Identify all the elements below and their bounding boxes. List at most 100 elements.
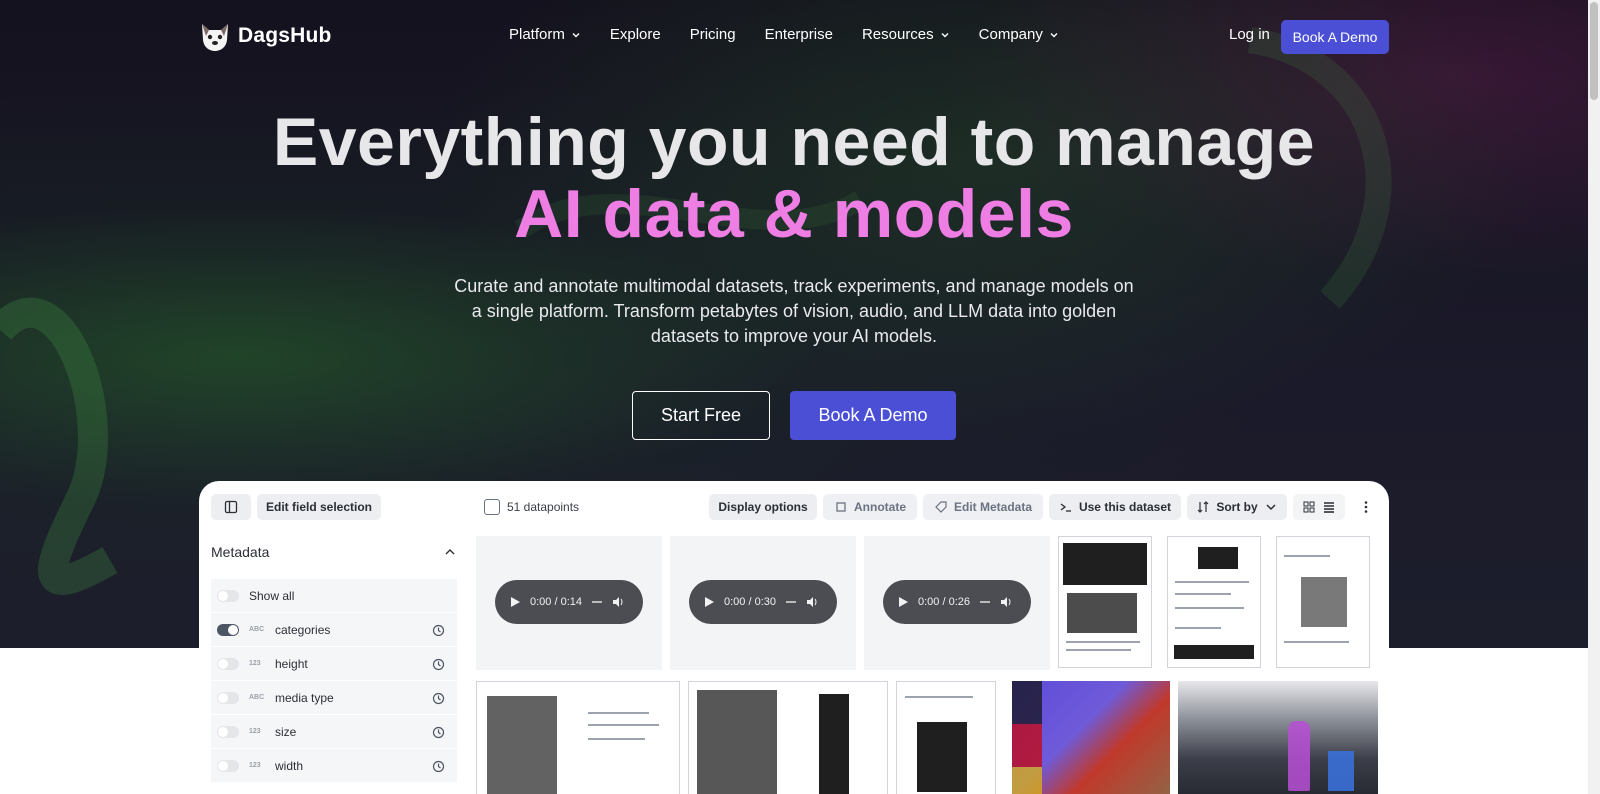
edit-field-selection-button[interactable]: Edit field selection (257, 494, 381, 520)
annotate-label: Annotate (854, 500, 906, 514)
audio-datapoint-tile[interactable]: 0:00 / 0:30 (670, 536, 856, 670)
tag-icon (935, 501, 947, 513)
height-toggle[interactable] (217, 657, 239, 670)
metadata-row-label: media type (275, 690, 334, 705)
document-thumbnail[interactable] (1276, 536, 1370, 668)
volume-icon[interactable] (1000, 596, 1012, 608)
toggle-sidebar-button[interactable] (211, 494, 251, 520)
login-link[interactable]: Log in (1229, 26, 1270, 43)
chevron-up-icon[interactable] (444, 546, 456, 558)
audio-datapoint-tile[interactable]: 0:00 / 0:14 (476, 536, 662, 670)
annotate-button[interactable]: Annotate (823, 494, 917, 520)
metadata-row-label: width (275, 758, 304, 773)
metadata-row-categories[interactable]: ABC categories (211, 613, 457, 647)
audio-player[interactable]: 0:00 / 0:14 (495, 580, 643, 624)
start-free-button[interactable]: Start Free (632, 391, 770, 440)
history-icon[interactable] (432, 726, 445, 739)
document-thumbnail[interactable] (1167, 536, 1261, 668)
type-tag: ABC (249, 626, 265, 633)
main-menu: Platform Explore Pricing Enterprise Reso… (509, 26, 1088, 43)
hero-subtitle: Curate and annotate multimodal datasets,… (454, 276, 1134, 346)
chevron-down-icon (572, 32, 580, 37)
width-toggle[interactable] (217, 759, 239, 772)
nav-platform[interactable]: Platform (509, 26, 581, 43)
sort-by-button[interactable]: Sort by (1187, 494, 1287, 520)
nav-explore-label: Explore (609, 26, 661, 43)
metadata-row-label: height (275, 656, 308, 671)
metadata-section-title: Metadata (211, 544, 270, 560)
select-all-checkbox[interactable] (484, 499, 500, 515)
history-icon[interactable] (432, 658, 445, 671)
document-thumbnail[interactable] (688, 681, 888, 794)
use-dataset-button[interactable]: Use this dataset (1049, 494, 1181, 520)
edit-metadata-button[interactable]: Edit Metadata (923, 494, 1043, 520)
history-icon[interactable] (432, 760, 445, 773)
audio-time: 0:00 / 0:14 (530, 596, 582, 608)
more-options-icon[interactable] (1359, 500, 1373, 514)
metadata-row-media-type[interactable]: ABC media type (211, 681, 457, 715)
page-scrollbar[interactable] (1588, 0, 1600, 794)
chevron-down-icon (941, 32, 949, 37)
audio-time: 0:00 / 0:30 (724, 596, 776, 608)
segmented-photo-thumbnail[interactable] (1012, 681, 1170, 794)
nav-enterprise-label: Enterprise (764, 26, 833, 43)
edit-metadata-label: Edit Metadata (953, 500, 1032, 514)
annotate-icon (836, 502, 846, 512)
play-icon[interactable] (705, 597, 714, 607)
document-thumbnail[interactable] (476, 681, 680, 794)
audio-player[interactable]: 0:00 / 0:26 (883, 580, 1031, 624)
street-scene-thumbnail[interactable] (1178, 681, 1378, 794)
hero-title-line2: AI data & models (514, 176, 1074, 252)
audio-progress[interactable] (786, 601, 796, 603)
history-icon[interactable] (432, 692, 445, 705)
audio-datapoint-tile[interactable]: 0:00 / 0:26 (864, 536, 1050, 670)
volume-icon[interactable] (806, 596, 818, 608)
brand-name: DagsHub (238, 24, 332, 47)
chevron-down-icon (1050, 32, 1058, 37)
metadata-row-height[interactable]: 123 height (211, 647, 457, 681)
nav-enterprise[interactable]: Enterprise (765, 26, 833, 43)
type-tag: 123 (249, 762, 261, 769)
categories-toggle[interactable] (217, 623, 239, 636)
document-thumbnail[interactable] (1058, 536, 1152, 668)
volume-icon[interactable] (612, 596, 624, 608)
nav-pricing[interactable]: Pricing (690, 26, 736, 43)
size-toggle[interactable] (217, 725, 239, 738)
display-options-button[interactable]: Display options (709, 494, 817, 520)
media-type-toggle[interactable] (217, 691, 239, 704)
terminal-icon (1060, 503, 1071, 512)
nav-resources-label: Resources (861, 26, 934, 43)
list-view-icon[interactable] (1322, 500, 1336, 514)
app-preview-panel: Edit field selection 51 datapoints Displ… (199, 481, 1389, 794)
sort-by-label: Sort by (1216, 500, 1258, 514)
nav-company[interactable]: Company (979, 26, 1059, 43)
metadata-row-label: size (275, 724, 297, 739)
nav-pricing-label: Pricing (689, 26, 736, 43)
show-all-toggle[interactable] (217, 589, 239, 602)
hero-book-demo-button[interactable]: Book A Demo (790, 391, 956, 440)
nav-resources[interactable]: Resources (862, 26, 950, 43)
audio-progress[interactable] (592, 601, 602, 603)
document-thumbnail[interactable] (896, 681, 996, 794)
use-dataset-label: Use this dataset (1078, 500, 1172, 514)
play-icon[interactable] (511, 597, 520, 607)
metadata-row-size[interactable]: 123 size (211, 715, 457, 749)
brand-logo[interactable]: DagsHub (198, 20, 332, 52)
audio-progress[interactable] (980, 601, 990, 603)
scrollbar-thumb[interactable] (1590, 2, 1598, 100)
nav-company-label: Company (978, 26, 1043, 43)
metadata-row-label: categories (275, 622, 331, 637)
metadata-row-show-all[interactable]: Show all (211, 579, 457, 613)
nav-book-demo-button[interactable]: Book A Demo (1281, 20, 1389, 54)
type-tag: ABC (249, 694, 265, 701)
metadata-row-width[interactable]: 123 width (211, 749, 457, 783)
audio-player[interactable]: 0:00 / 0:30 (689, 580, 837, 624)
type-tag: 123 (249, 728, 261, 735)
metadata-row-label: Show all (249, 588, 295, 603)
metadata-list: Show all ABC categories 123 height ABC m… (211, 579, 457, 783)
sort-icon (1197, 501, 1209, 513)
nav-explore[interactable]: Explore (610, 26, 661, 43)
history-icon[interactable] (432, 624, 445, 637)
play-icon[interactable] (899, 597, 908, 607)
grid-view-icon[interactable] (1302, 500, 1316, 514)
